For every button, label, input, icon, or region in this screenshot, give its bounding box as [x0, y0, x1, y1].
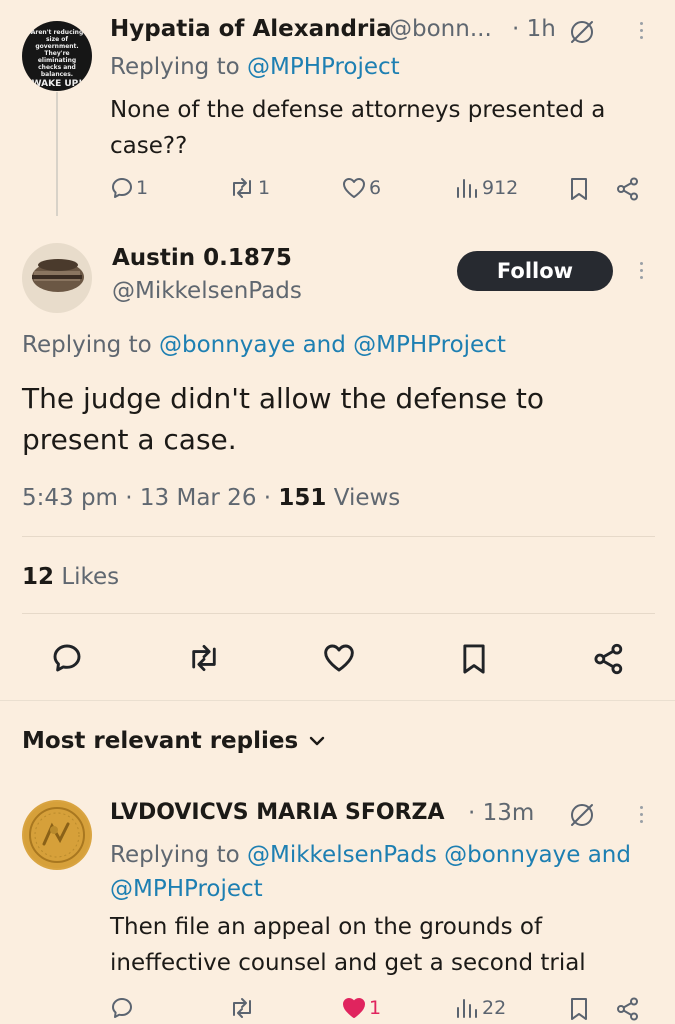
more-options-icon[interactable]	[639, 262, 645, 283]
reply-button[interactable]: 1	[110, 176, 148, 200]
like-button[interactable]	[321, 642, 357, 674]
grok-icon[interactable]	[568, 18, 596, 46]
post-text: The judge didn't allow the defense to pr…	[22, 382, 544, 456]
bookmark-icon	[571, 998, 587, 1020]
avatar[interactable]	[22, 243, 92, 313]
heart-filled-icon	[343, 998, 365, 1018]
likes-label: Likes	[61, 564, 120, 590]
replies-sort-label: Most relevant replies	[22, 728, 299, 754]
follow-button[interactable]: Follow	[457, 251, 613, 291]
avatar[interactable]	[22, 800, 92, 870]
mention-link[interactable]: @MPHProject	[247, 54, 400, 80]
replies-sort-dropdown[interactable]: Most relevant replies	[22, 728, 328, 754]
more-options-icon[interactable]	[639, 806, 645, 827]
reply-button[interactable]	[50, 642, 84, 674]
likes-summary[interactable]: 12 Likes	[22, 564, 119, 590]
author-handle[interactable]: @bonn...	[389, 16, 492, 42]
views-icon	[457, 179, 477, 198]
heart-icon	[343, 178, 365, 198]
reply-icon	[53, 644, 81, 672]
replying-to: Replying to @MPHProject	[110, 54, 400, 80]
views-icon	[457, 999, 477, 1018]
bookmark-button[interactable]	[567, 176, 591, 202]
author-name[interactable]: Austin 0.1875	[112, 245, 292, 271]
bookmark-button[interactable]	[458, 642, 490, 676]
replying-to: Replying to @bonnyaye and @MPHProject	[22, 332, 506, 358]
likes-count: 12	[22, 564, 55, 590]
mention-link[interactable]: @bonnyaye and @MPHProject	[159, 332, 506, 358]
reply-icon	[112, 178, 132, 198]
heart-icon	[324, 644, 354, 672]
repost-icon	[192, 645, 216, 671]
author-handle[interactable]: @MikkelsenPads	[112, 278, 302, 304]
bookmark-icon	[463, 644, 485, 674]
bookmark-button[interactable]	[567, 996, 591, 1022]
author-name[interactable]: LVDOVICVS MARIA SFORZA	[110, 800, 445, 825]
more-options-icon[interactable]	[639, 22, 645, 43]
share-icon	[617, 997, 638, 1021]
views-button[interactable]: 912	[454, 176, 518, 200]
repost-button[interactable]	[228, 996, 256, 1020]
repost-button[interactable]	[186, 642, 222, 674]
post-text: None of the defense attorneys presented …	[110, 97, 606, 159]
divider	[22, 613, 655, 614]
post-time: · 1h	[512, 16, 556, 42]
post-meta: 5:43 pm · 13 Mar 26 · 151 Views	[22, 485, 400, 511]
repost-count: 1	[258, 177, 271, 199]
section-separator	[0, 700, 675, 701]
like-button[interactable]: 6	[341, 176, 381, 200]
share-button[interactable]	[592, 642, 626, 676]
like-count: 1	[369, 997, 382, 1019]
post-text: Then file an appeal on the grounds of in…	[110, 914, 586, 976]
avatar-coin-image	[24, 802, 90, 868]
views-button[interactable]: 22	[454, 996, 506, 1020]
reply-button[interactable]	[110, 996, 134, 1020]
mention-link[interactable]: @MikkelsenPads @bonnyaye and	[247, 842, 631, 868]
author-name[interactable]: Hypatia of Alexandria	[110, 16, 392, 42]
chevron-down-icon	[309, 736, 325, 746]
bookmark-icon	[571, 178, 587, 200]
share-button[interactable]	[615, 996, 641, 1022]
grok-icon[interactable]	[568, 801, 596, 829]
like-count: 6	[369, 177, 382, 199]
replying-to: Replying to @MikkelsenPads @bonnyaye and…	[110, 838, 631, 906]
avatar[interactable]: Aren't reducing size of government. They…	[22, 21, 92, 91]
post-timestamp: 5:43 pm · 13 Mar 26 ·	[22, 485, 272, 511]
avatar-poster-text: Aren't reducing size of government. They…	[30, 29, 84, 89]
views-count: 912	[482, 177, 519, 199]
reply-icon	[112, 998, 132, 1018]
repost-icon	[233, 998, 251, 1018]
post-time: · 13m	[468, 800, 535, 826]
thread-connector-line	[56, 92, 58, 216]
mention-link[interactable]: @MPHProject	[110, 872, 631, 906]
share-button[interactable]	[615, 176, 641, 202]
share-icon	[617, 177, 638, 201]
share-icon	[594, 643, 623, 675]
views-count: 22	[482, 997, 507, 1019]
like-button[interactable]: 1	[341, 996, 381, 1020]
repost-button[interactable]: 1	[228, 176, 270, 200]
views-count: 151	[278, 485, 327, 511]
repost-icon	[233, 178, 251, 198]
avatar-image	[32, 259, 84, 292]
reply-count: 1	[136, 177, 149, 199]
views-label: Views	[333, 485, 401, 511]
divider	[22, 536, 655, 537]
